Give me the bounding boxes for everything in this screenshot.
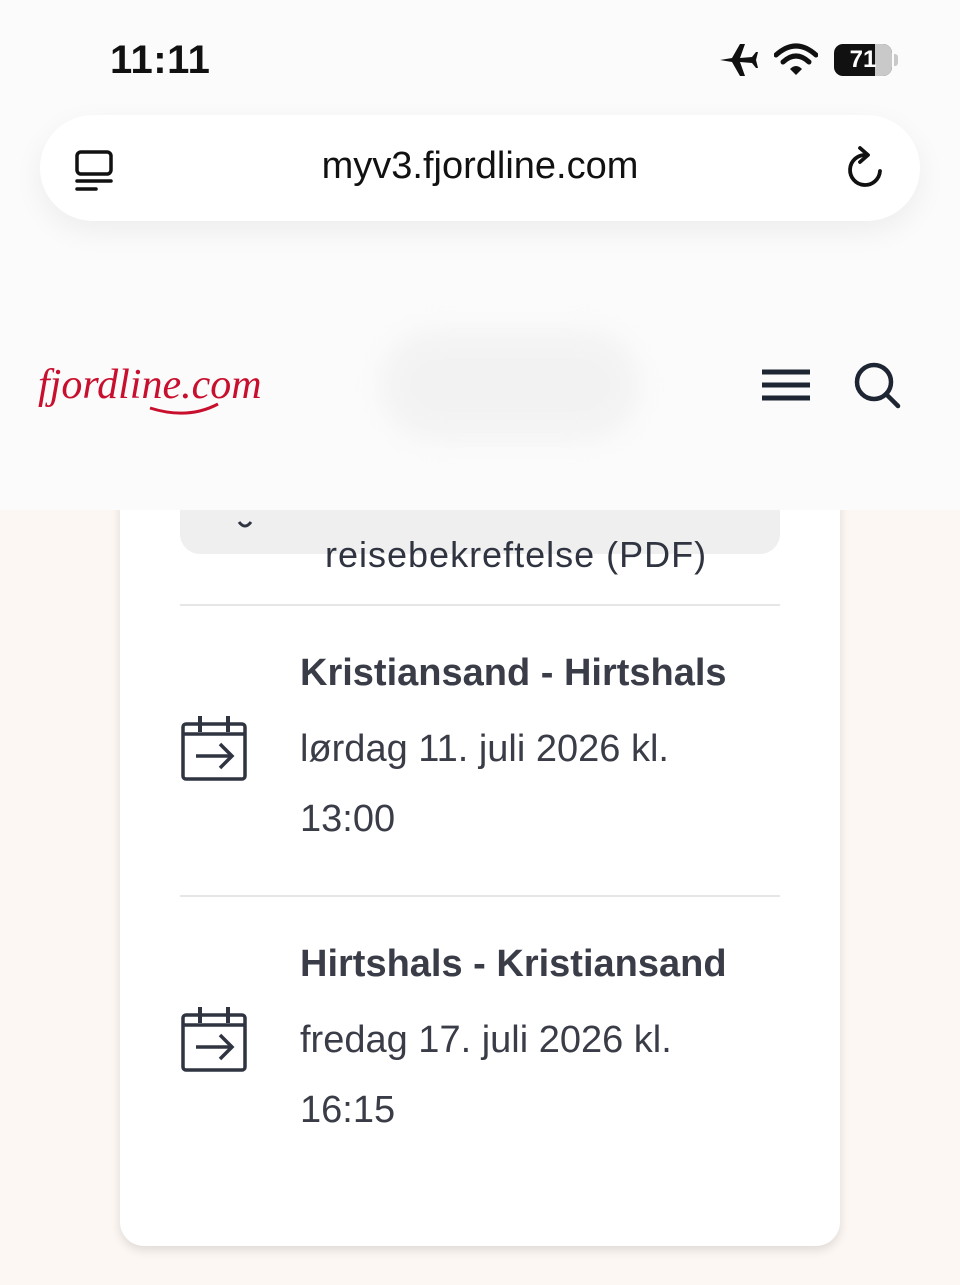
url-text[interactable]: myv3.fjordline.com bbox=[40, 145, 920, 188]
page: 11:11 71 myv3.fjordline.com fjordline.co… bbox=[0, 0, 960, 1285]
trip-date-line2: 13:00 bbox=[300, 798, 396, 840]
site-header: fjordline.com bbox=[0, 320, 960, 450]
calendar-arrow-icon bbox=[181, 716, 247, 781]
battery-level: 71 bbox=[849, 46, 877, 73]
airplane-icon bbox=[720, 44, 758, 76]
search-icon[interactable] bbox=[852, 360, 902, 410]
calendar-arrow-icon bbox=[181, 1007, 247, 1072]
trip-date-line1: lørdag 11. juli 2026 kl. bbox=[300, 728, 669, 770]
wifi-icon bbox=[774, 43, 818, 75]
trip-date-line1: fredag 17. juli 2026 kl. bbox=[300, 1019, 672, 1061]
status-bar: 11:11 71 bbox=[0, 0, 960, 110]
status-icons: 71 bbox=[718, 42, 898, 78]
logo-text: fjordline.com bbox=[38, 362, 262, 408]
browser-chrome: 11:11 71 myv3.fjordline.com fjordline.co… bbox=[0, 0, 960, 510]
trip-item[interactable]: Hirtshals - Kristiansand fredag 17. juli… bbox=[180, 895, 780, 1185]
battery-indicator: 71 bbox=[834, 44, 892, 76]
address-bar[interactable]: myv3.fjordline.com bbox=[40, 115, 920, 221]
trip-route: Kristiansand - Hirtshals bbox=[300, 652, 727, 694]
reload-icon[interactable] bbox=[844, 145, 888, 191]
hamburger-menu-icon[interactable] bbox=[760, 368, 812, 402]
battery-nub bbox=[894, 54, 898, 66]
status-time: 11:11 bbox=[110, 38, 211, 82]
booking-card: reisebekreftelse (PDF) Kristiansand - Hi… bbox=[120, 420, 840, 1246]
blurred-area bbox=[380, 330, 640, 440]
trip-item[interactable]: Kristiansand - Hirtshals lørdag 11. juli… bbox=[180, 604, 780, 894]
download-icon bbox=[237, 521, 253, 528]
pdf-button-label: reisebekreftelse (PDF) bbox=[325, 534, 708, 575]
fjordline-logo[interactable]: fjordline.com bbox=[38, 354, 318, 424]
trip-route: Hirtshals - Kristiansand bbox=[300, 943, 727, 985]
trip-date-line2: 16:15 bbox=[300, 1089, 396, 1131]
